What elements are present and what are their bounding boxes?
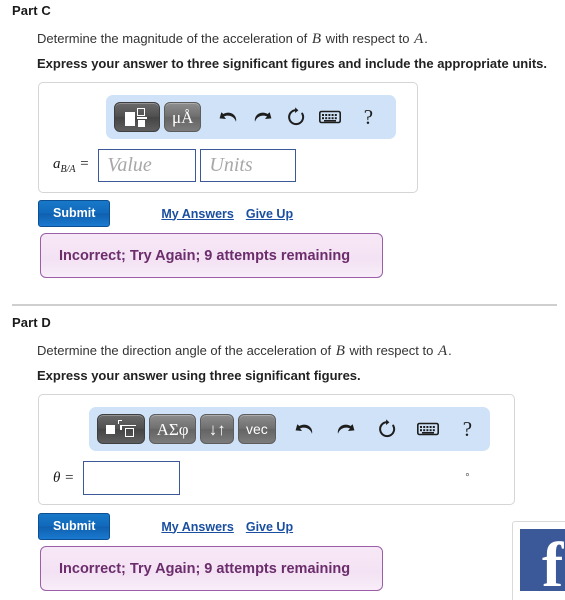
part-d-feedback: Incorrect; Try Again; 9 attempts remaini… [40,546,383,591]
part-c-units-input[interactable] [200,149,297,182]
help-icon[interactable]: ? [353,103,383,131]
part-c-feedback: Incorrect; Try Again; 9 attempts remaini… [40,233,383,278]
sqrt-template-icon-button[interactable] [97,414,145,444]
part-c-feedback-text: Incorrect; Try Again; 9 attempts remaini… [59,247,351,264]
greek-symbols-button[interactable]: ΑΣφ [149,414,197,444]
part-c-answer-subscript: B/A [60,164,76,175]
redo-icon[interactable] [247,103,277,131]
part-c-question: Determine the magnitude of the accelerat… [37,29,557,49]
part-d-instruction: Express your answer using three signific… [37,368,361,383]
part-c-give-up-link[interactable]: Give Up [246,207,293,221]
part-d-question: Determine the direction angle of the acc… [37,341,557,361]
part-d-give-up-link[interactable]: Give Up [246,520,293,534]
part-d-answer-label: θ = [53,470,74,487]
part-c-submit-button[interactable]: Submit [38,200,111,227]
part-d-degree-unit: ° [465,472,470,484]
part-c-question-suffix: . [424,31,428,46]
part-c-question-middle: with respect to [322,31,414,46]
part-d-question-suffix: . [448,343,452,358]
facebook-widget[interactable]: f [512,521,565,600]
keyboard-icon[interactable] [413,415,442,443]
reset-icon[interactable] [372,415,401,443]
facebook-icon[interactable]: f [520,529,565,597]
vector-label: vec [245,421,268,437]
part-c-question-var2: A [414,31,424,47]
part-c-answer-symbol: a [53,156,61,172]
part-c-answer-label: aB/A = [53,156,89,175]
part-c-question-var1: B [311,31,322,47]
part-d-button-row: Submit My Answers Give Up [38,513,293,540]
template-icon-button[interactable] [114,102,160,132]
part-d-input-row: θ = ° [53,461,508,495]
part-c-question-prefix: Determine the magnitude of the accelerat… [37,31,311,46]
part-d-question-var1: B [335,343,345,359]
part-c-answer-equals: = [75,156,90,172]
greek-symbols-label: ΑΣφ [156,419,189,439]
redo-icon[interactable] [331,415,360,443]
part-c-title: Part C [12,3,51,18]
part-d-my-answers-link[interactable]: My Answers [161,520,233,534]
help-question-mark: ? [363,104,374,129]
part-c-value-input[interactable] [98,149,197,182]
part-d-answer-box: ΑΣφ ↓↑ vec ? θ = ° [38,394,515,505]
part-d-title-wrap: Part D [12,315,51,330]
part-d-submit-button[interactable]: Submit [38,513,111,540]
part-d-question-var2: A [437,343,448,359]
template-icon [125,107,149,127]
part-c-my-answers-link[interactable]: My Answers [161,207,233,221]
part-c-button-row: Submit My Answers Give Up [38,200,293,227]
part-c-input-row: aB/A = [53,149,297,182]
part-c-instruction: Express your answer to three significant… [37,56,547,71]
micro-angstrom-label: μÅ [172,107,194,127]
part-c-answer-box: μÅ ? aB/A = Value Units [38,82,418,193]
undo-icon[interactable] [290,415,319,443]
part-c-title-wrap: Part C [12,3,51,18]
part-d-question-middle: with respect to [345,343,437,358]
part-d-feedback-text: Incorrect; Try Again; 9 attempts remaini… [59,560,351,577]
updown-arrows-button[interactable]: ↓↑ [200,414,235,444]
exercise-page: Part C Determine the magnitude of the ac… [0,0,565,600]
help-question-mark: ? [462,416,473,441]
part-d-toolbar: ΑΣφ ↓↑ vec ? [89,407,490,451]
sqrt-template-icon [106,419,136,439]
part-d-question-prefix: Determine the direction angle of the acc… [37,343,335,358]
facebook-logo-letter: f [542,529,564,600]
updown-arrows-label: ↓↑ [208,419,226,439]
part-c-toolbar: μÅ ? [106,95,396,139]
undo-icon[interactable] [213,103,243,131]
part-separator [12,304,557,306]
help-icon[interactable]: ? [453,415,482,443]
part-d-answer-equals: = [60,469,75,486]
vector-button[interactable]: vec [238,414,276,444]
keyboard-icon[interactable] [315,103,345,131]
part-d-title: Part D [12,315,51,330]
reset-icon[interactable] [281,103,311,131]
part-d-value-input[interactable] [83,461,181,495]
micro-angstrom-units-button[interactable]: μÅ [164,102,202,132]
